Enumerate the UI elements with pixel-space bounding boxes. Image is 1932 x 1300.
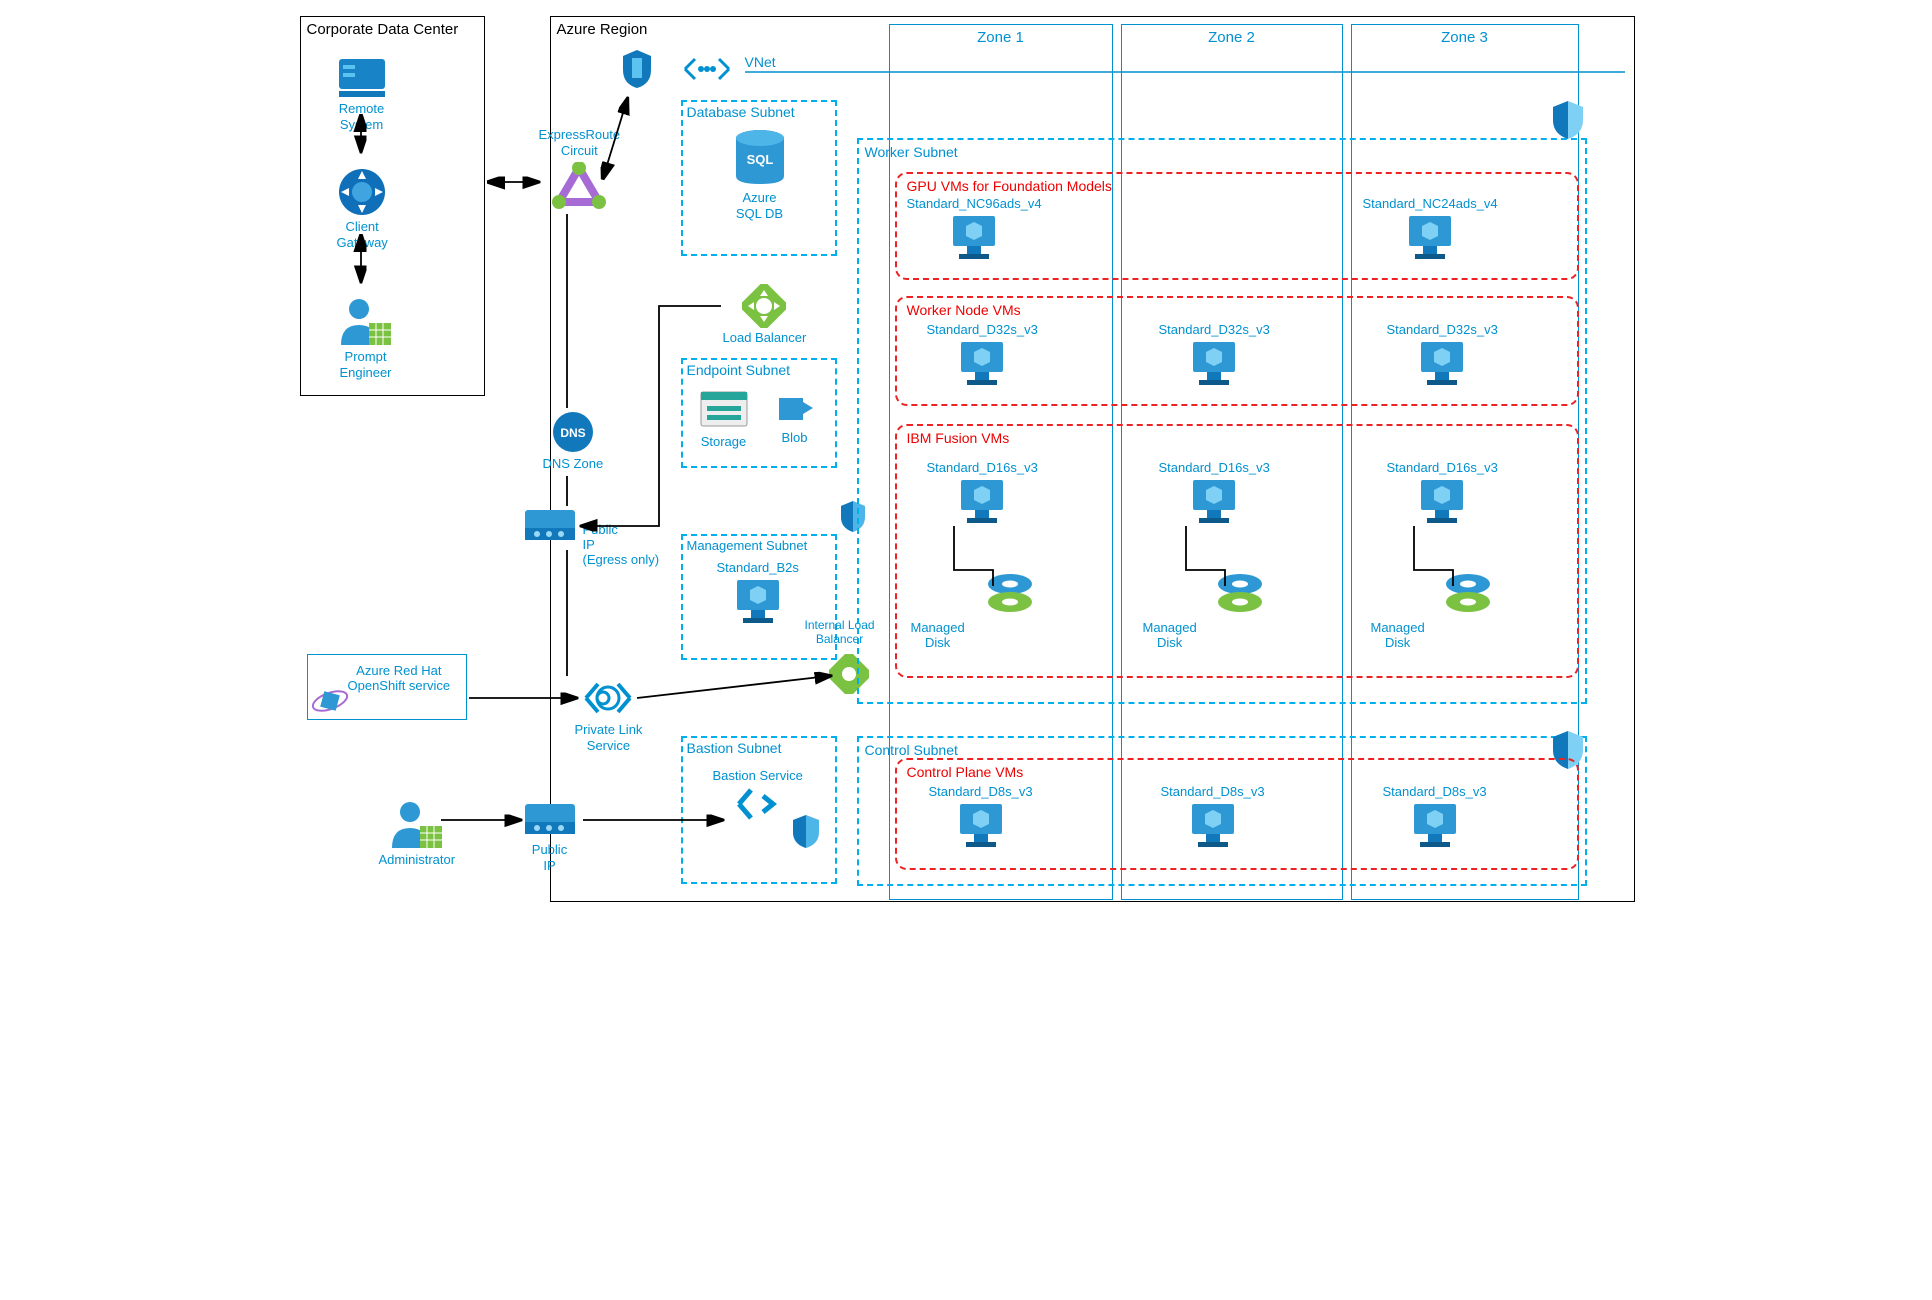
control-z1-label: Standard_D8s_v3 <box>929 784 1033 800</box>
dns-label: DNS Zone <box>543 456 604 472</box>
worker-sub-label: Worker Subnet <box>865 144 958 160</box>
client-gateway-label: Client Gateway <box>337 219 388 250</box>
ba-svc-label: Bastion Service <box>713 768 803 784</box>
private-link-icon: Private Link Service <box>575 676 643 753</box>
worker-vm-z2: Standard_D32s_v3 <box>1159 320 1270 388</box>
worker-vm-z3: Standard_D32s_v3 <box>1387 320 1498 388</box>
fusion-vm-z3: Standard_D16s_v3 <box>1387 458 1498 526</box>
gpu-z3-label: Standard_NC24ads_v4 <box>1363 196 1498 212</box>
pip2-label: Public IP <box>532 842 567 873</box>
disk-line-z2 <box>1181 526 1231 596</box>
er-label: ExpressRoute Circuit <box>539 127 621 158</box>
mg-vm-label: Standard_B2s <box>717 560 799 576</box>
bastion-shield-icon <box>791 814 821 849</box>
control-vm-z2: Standard_D8s_v3 <box>1161 782 1265 850</box>
pls-label: Private Link Service <box>575 722 643 753</box>
fusion-z3-label: Standard_D16s_v3 <box>1387 460 1498 476</box>
database-subnet: Database Subnet SQL Azure SQL DB <box>681 100 837 256</box>
client-gateway-icon: Client Gateway <box>337 167 388 250</box>
worker-shield-icon <box>1551 100 1585 140</box>
svg-text:DNS: DNS <box>560 426 585 440</box>
endpoint-subnet: Endpoint Subnet Storage Blob <box>681 358 837 468</box>
disk-z3-label: Managed Disk <box>1371 620 1425 650</box>
zone-1-label: Zone 1 <box>890 25 1112 50</box>
control-title: Control Plane VMs <box>907 764 1024 780</box>
vnet-label: VNet <box>745 54 776 70</box>
load-balancer-icon: Load Balancer <box>723 284 807 346</box>
storage-label: Storage <box>701 434 747 450</box>
gpu-title: GPU VMs for Foundation Models <box>907 178 1112 194</box>
disk-line-z1 <box>949 526 999 596</box>
svg-text:SQL: SQL <box>746 152 773 167</box>
public-ip-2-icon: Public IP <box>521 800 579 873</box>
architecture-diagram: Corporate Data Center Remote System Clie… <box>289 0 1644 912</box>
remote-system-icon: Remote System <box>337 57 387 132</box>
public-ip-1-icon <box>521 506 579 546</box>
vnet-peering-icon <box>677 54 737 84</box>
disk-line-z3 <box>1409 526 1459 596</box>
ba-sub-label: Bastion Subnet <box>687 740 782 756</box>
nsg-shield-icon <box>619 48 655 90</box>
worker-vm-z1: Standard_D32s_v3 <box>927 320 1038 388</box>
dns-zone-icon: DNS DNS Zone <box>543 410 604 472</box>
prompt-engineer-label: Prompt Engineer <box>339 349 391 380</box>
worker-title: Worker Node VMs <box>907 302 1021 318</box>
disk-z2-label: Managed Disk <box>1143 620 1197 650</box>
remote-system-label: Remote System <box>339 101 385 132</box>
db-sub-label: Database Subnet <box>687 104 795 120</box>
control-vm-z3: Standard_D8s_v3 <box>1383 782 1487 850</box>
bastion-subnet: Bastion Subnet Bastion Service <box>681 736 837 884</box>
storage-icon: Storage <box>697 388 751 450</box>
disk-z1-label: Managed Disk <box>911 620 965 650</box>
zone-2-label: Zone 2 <box>1122 25 1342 50</box>
fusion-vm-z2: Standard_D16s_v3 <box>1159 458 1270 526</box>
bastion-service-icon: Bastion Service <box>713 766 803 824</box>
worker-z2-label: Standard_D32s_v3 <box>1159 322 1270 338</box>
control-z2-label: Standard_D8s_v3 <box>1161 784 1265 800</box>
blob-label: Blob <box>781 430 807 446</box>
aro-label: Azure Red Hat OpenShift service <box>348 663 451 693</box>
gpu-z1-label: Standard_NC96ads_v4 <box>907 196 1042 212</box>
lb-label: Load Balancer <box>723 330 807 346</box>
mg-vm-icon: Standard_B2s <box>717 558 799 626</box>
corporate-data-center-box: Corporate Data Center Remote System Clie… <box>300 16 485 396</box>
expressroute-icon: ExpressRoute Circuit <box>539 125 621 212</box>
zone-3-label: Zone 3 <box>1352 25 1578 50</box>
gpu-vm-z1: Standard_NC96ads_v4 <box>907 194 1042 262</box>
blob-icon: Blob <box>773 388 817 446</box>
aro-service-box: Azure Red Hat OpenShift service <box>307 654 467 720</box>
pip1-label: Public IP (Egress only) <box>583 522 660 567</box>
fusion-z2-label: Standard_D16s_v3 <box>1159 460 1270 476</box>
fusion-vm-z1: Standard_D16s_v3 <box>927 458 1038 526</box>
sql-icon: SQL Azure SQL DB <box>733 128 787 221</box>
gpu-vm-z3: Standard_NC24ads_v4 <box>1363 194 1498 262</box>
azure-title: Azure Region <box>557 21 648 38</box>
sql-label: Azure SQL DB <box>736 190 783 221</box>
worker-z3-label: Standard_D32s_v3 <box>1387 322 1498 338</box>
prompt-engineer-icon: Prompt Engineer <box>337 297 395 380</box>
fusion-title: IBM Fusion VMs <box>907 430 1010 446</box>
control-z3-label: Standard_D8s_v3 <box>1383 784 1487 800</box>
ep-sub-label: Endpoint Subnet <box>687 362 791 378</box>
worker-z1-label: Standard_D32s_v3 <box>927 322 1038 338</box>
admin-label: Administrator <box>379 852 456 868</box>
control-sub-label: Control Subnet <box>865 742 958 758</box>
mg-sub-label: Management Subnet <box>687 538 808 553</box>
fusion-z1-label: Standard_D16s_v3 <box>927 460 1038 476</box>
control-vm-z1: Standard_D8s_v3 <box>929 782 1033 850</box>
corp-title: Corporate Data Center <box>307 21 459 38</box>
administrator-icon: Administrator <box>379 800 456 868</box>
